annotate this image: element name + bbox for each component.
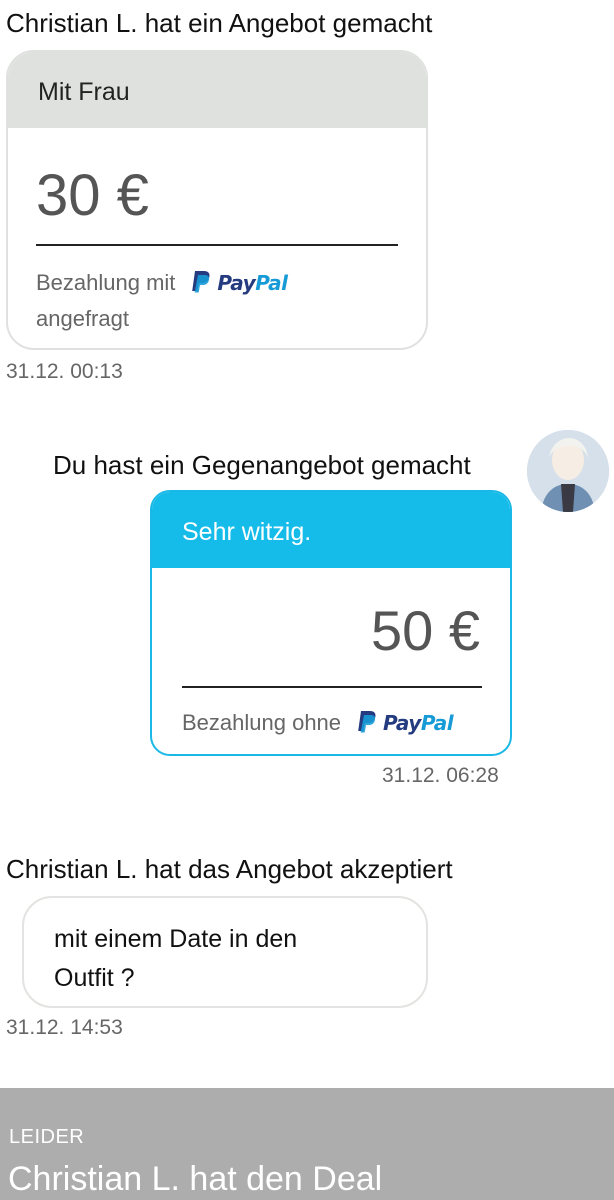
offer-event-title: Christian L. hat ein Angebot gemacht — [6, 8, 433, 38]
message-line-1: mit einem Date in den — [54, 925, 298, 953]
paypal-logo: PayPal — [189, 270, 288, 296]
accepted-timestamp: 31.12. 14:53 — [6, 1016, 123, 1039]
banner-headline: Christian L. hat den Deal — [8, 1160, 383, 1198]
banner-kicker: LEIDER — [9, 1126, 85, 1148]
paypal-logo-icon — [358, 711, 376, 733]
paypal-pal-text: Pal — [420, 711, 454, 735]
offer-card[interactable]: Mit Frau 30 € Bezahlung mit PayPal angef… — [6, 50, 428, 350]
offer-payment-prefix: Bezahlung mit — [36, 270, 176, 295]
paypal-logo-icon — [192, 271, 210, 293]
offer-timestamp: 31.12. 00:13 — [6, 360, 123, 383]
message-bubble[interactable]: mit einem Date in den Outfit ? — [22, 896, 428, 1008]
paypal-pay-text: Pay — [383, 711, 421, 735]
accepted-event-title: Christian L. hat das Angebot akzeptiert — [6, 854, 453, 884]
user-avatar[interactable] — [527, 430, 609, 512]
paypal-pay-text: Pay — [217, 271, 256, 295]
counter-offer-payment-prefix: Bezahlung ohne — [182, 710, 342, 735]
deal-status-banner: LEIDER Christian L. hat den Deal — [0, 1088, 614, 1200]
offer-payment-suffix: angefragt — [36, 306, 129, 331]
paypal-pal-text: Pal — [255, 271, 288, 295]
counter-offer-note: Sehr witzig. — [152, 492, 510, 568]
counter-offer-timestamp: 31.12. 06:28 — [382, 764, 499, 787]
counter-offer-divider — [182, 686, 482, 688]
offer-divider — [36, 244, 398, 246]
counter-offer-event-title: Du hast ein Gegenangebot gemacht — [53, 450, 471, 480]
offer-amount: 30 € — [36, 163, 149, 228]
counter-offer-payment-line: Bezahlung ohne PayPal — [182, 710, 454, 736]
counter-offer-amount: 50 € — [371, 599, 480, 662]
paypal-logo: PayPal — [355, 710, 454, 736]
message-line-2: Outfit ? — [54, 964, 135, 992]
counter-offer-card[interactable]: Sehr witzig. 50 € Bezahlung ohne PayPal — [150, 490, 512, 756]
offer-note: Mit Frau — [8, 52, 426, 128]
avatar-photo-icon — [527, 430, 609, 512]
offer-payment-line: Bezahlung mit PayPal — [36, 270, 288, 296]
